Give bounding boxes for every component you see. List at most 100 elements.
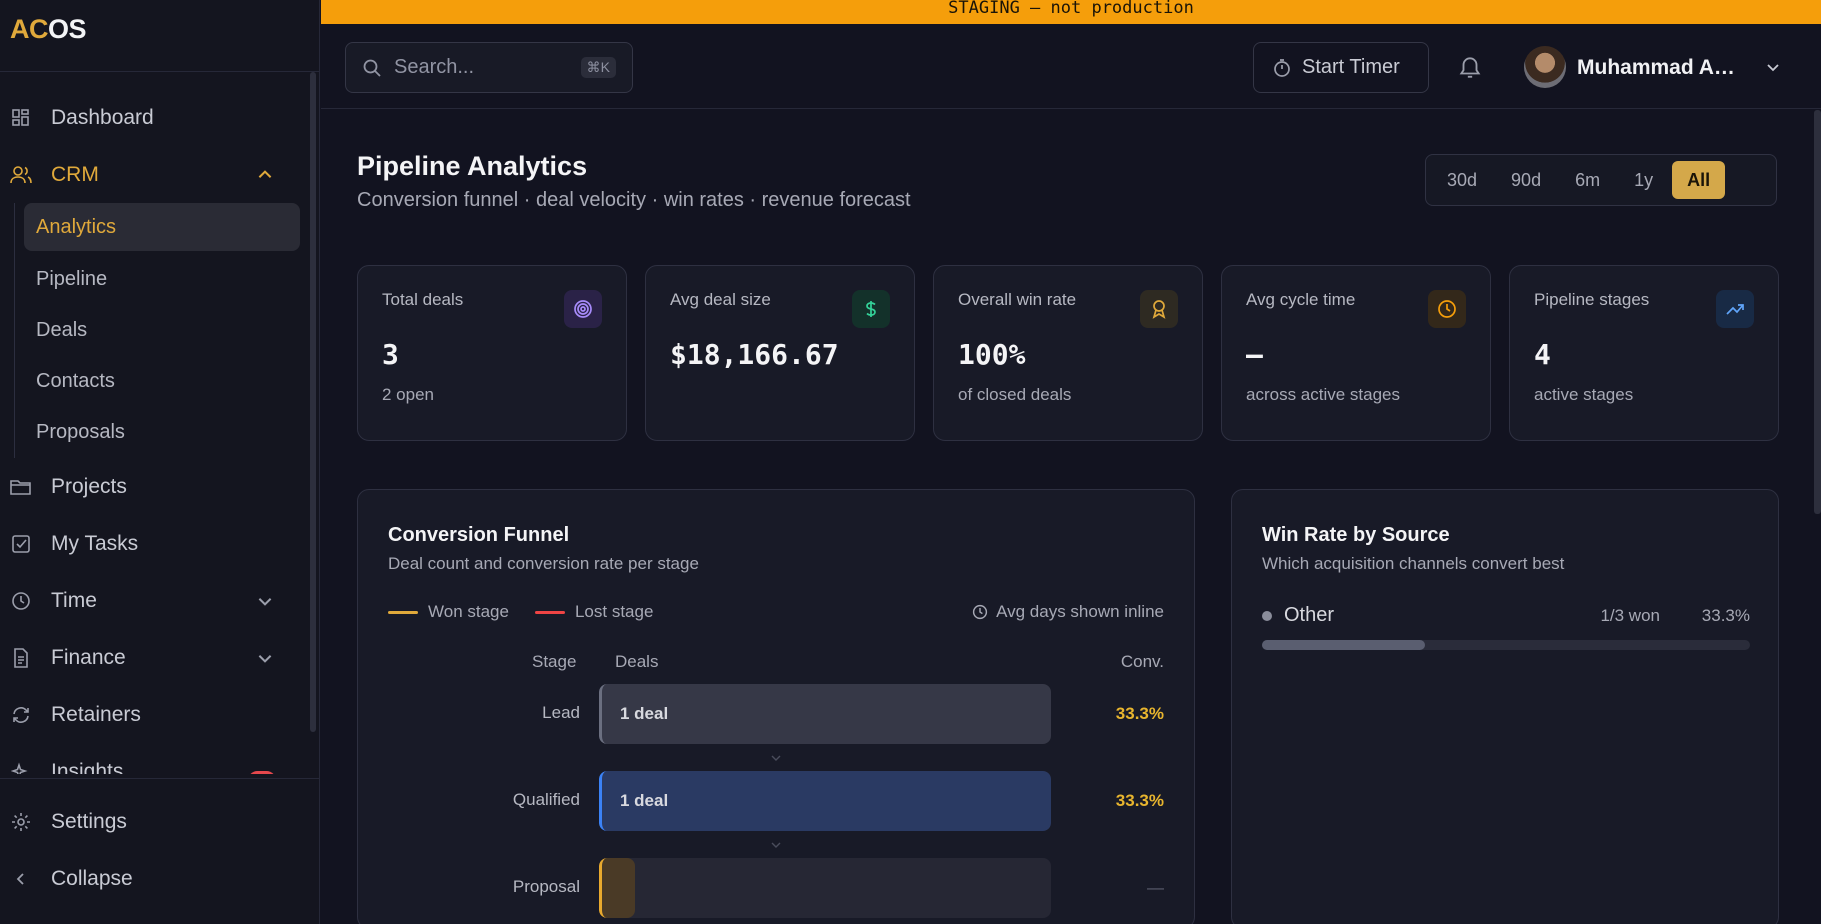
sidebar-item-my-tasks[interactable]: My Tasks [0,515,310,572]
sidebar-footer: Settings Collapse [0,778,320,907]
sidebar-item-finance[interactable]: Finance [0,629,310,686]
funnel-stage-label: Qualified [512,790,580,809]
funnel-stage-label: Lead [542,703,580,722]
main-scrollbar[interactable] [1814,110,1821,514]
search-shortcut: ⌘K [580,57,616,78]
stopwatch-icon [1274,58,1290,77]
refresh-icon [10,704,32,726]
sidebar-sub-proposals[interactable]: Proposals [24,407,300,458]
range-all[interactable]: All [1672,161,1726,199]
sidebar-item-label: Insights [51,759,124,775]
range-6m[interactable]: 6m [1560,161,1615,199]
chevron-down-icon[interactable] [1765,59,1781,75]
source-pct: 33.3% [1701,606,1750,625]
sidebar-sub-deals[interactable]: Deals [24,305,300,356]
chevron-up-icon[interactable] [256,166,274,184]
sidebar-item-label: Projects [51,474,127,498]
source-progress-fill [1262,640,1425,650]
kpi-card-avg-deal-size: Avg deal size $18,166.67 [645,265,915,441]
sidebar-sub-pipeline[interactable]: Pipeline [24,254,300,305]
award-icon [1140,290,1178,328]
sidebar-item-crm[interactable]: CRM [0,146,310,203]
funnel-conv-rate: 33.3% [1115,791,1164,810]
app: ACOS Dashboard CRM Analytics Pipeline De… [0,0,1821,924]
sidebar-item-label: Finance [51,645,126,669]
clock-icon [972,604,988,620]
source-progress-track [1262,640,1750,650]
top-header: Search... ⌘K Start Timer Muhammad Ahmad [321,24,1821,109]
source-name: Other [1284,604,1335,626]
kpi-value: 100% [958,338,1026,371]
search-placeholder: Search... [394,56,475,78]
card-subtitle: Deal count and conversion rate per stage [388,554,699,573]
start-timer-label: Start Timer [1302,56,1400,78]
main-content: Pipeline Analytics Conversion funnel · d… [321,109,1813,924]
win-rate-card: Win Rate by Source Which acquisition cha… [1231,489,1779,924]
source-won: 1/3 won [1600,606,1660,625]
kpi-row: Total deals 3 2 open Avg deal size $18,1… [357,265,1779,441]
sidebar-item-label: Settings [51,809,127,833]
card-subtitle: Which acquisition channels convert best [1262,554,1565,573]
funnel-bar-track[interactable] [599,858,1051,918]
sidebar-item-time[interactable]: Time [0,572,310,629]
sidebar-sub-contacts[interactable]: Contacts [24,356,300,407]
app-logo[interactable]: ACOS [0,0,319,72]
kpi-card-pipeline-stages: Pipeline stages 4 active stages [1509,265,1779,441]
kpi-card-win-rate: Overall win rate 100% of closed deals [933,265,1203,441]
sidebar-item-insights[interactable]: Insights 10 [0,743,310,774]
kpi-value: 4 [1534,338,1551,371]
card-title: Win Rate by Source [1262,524,1450,546]
sidebar-item-retainers[interactable]: Retainers [0,686,310,743]
sidebar-item-label: CRM [51,162,99,186]
kpi-sub: of closed deals [958,385,1072,404]
crm-submenu: Analytics Pipeline Deals Contacts Propos… [14,203,310,458]
chevron-down-icon[interactable] [256,592,274,610]
sidebar-item-settings[interactable]: Settings [0,793,320,850]
sidebar-sub-analytics[interactable]: Analytics [24,203,300,251]
sparkle-icon [10,761,32,774]
notification-badge: 10 [247,771,276,774]
avatar[interactable] [1524,46,1566,88]
kpi-value: – [1246,338,1263,371]
search-icon [363,59,381,77]
chevron-down-icon [771,755,781,761]
clock-icon [10,590,32,612]
kpi-value: $18,166.67 [670,338,839,371]
range-30d[interactable]: 30d [1432,161,1492,199]
search-input[interactable]: Search... ⌘K [345,42,633,93]
sidebar-nav: Dashboard CRM Analytics Pipeline Deals C… [0,72,310,774]
date-range-selector: 30d 90d 6m 1y All [1425,154,1777,206]
sidebar: ACOS Dashboard CRM Analytics Pipeline De… [0,0,320,924]
chevron-down-icon[interactable] [256,649,274,667]
document-icon [10,647,32,669]
funnel-stage-label: Proposal [512,877,580,896]
staging-banner: STAGING — not production [321,0,1821,24]
sidebar-item-label: My Tasks [51,531,139,555]
grid-icon [10,107,32,129]
sidebar-item-dashboard[interactable]: Dashboard [0,89,310,146]
page-title: Pipeline Analytics [357,151,588,181]
user-name[interactable]: Muhammad Ahmad [1577,56,1737,80]
sidebar-item-label: Collapse [51,866,133,890]
start-timer-button[interactable]: Start Timer [1253,42,1429,93]
clock-icon [1428,290,1466,328]
range-1y[interactable]: 1y [1619,161,1668,199]
sidebar-item-collapse[interactable]: Collapse [0,850,320,907]
bell-icon[interactable] [1457,54,1483,80]
kpi-sub: active stages [1534,385,1634,404]
funnel-bar-track[interactable]: 1 deal [599,684,1051,744]
chevron-down-icon [771,842,781,848]
conversion-funnel-card: Conversion Funnel Deal count and convers… [357,489,1195,924]
source-dot [1262,611,1272,621]
dollar-icon [852,290,890,328]
sidebar-scrollbar[interactable] [310,72,316,732]
kpi-value: 3 [382,338,399,371]
legend-lost: Lost stage [534,602,653,622]
funnel-bar-track[interactable]: 1 deal [599,771,1051,831]
gear-icon [10,811,32,833]
sidebar-item-projects[interactable]: Projects [0,458,310,515]
funnel-bar-fill [599,858,636,918]
chevron-left-icon [10,868,32,890]
range-90d[interactable]: 90d [1496,161,1556,199]
col-header-conv: Conv. [1120,652,1164,671]
